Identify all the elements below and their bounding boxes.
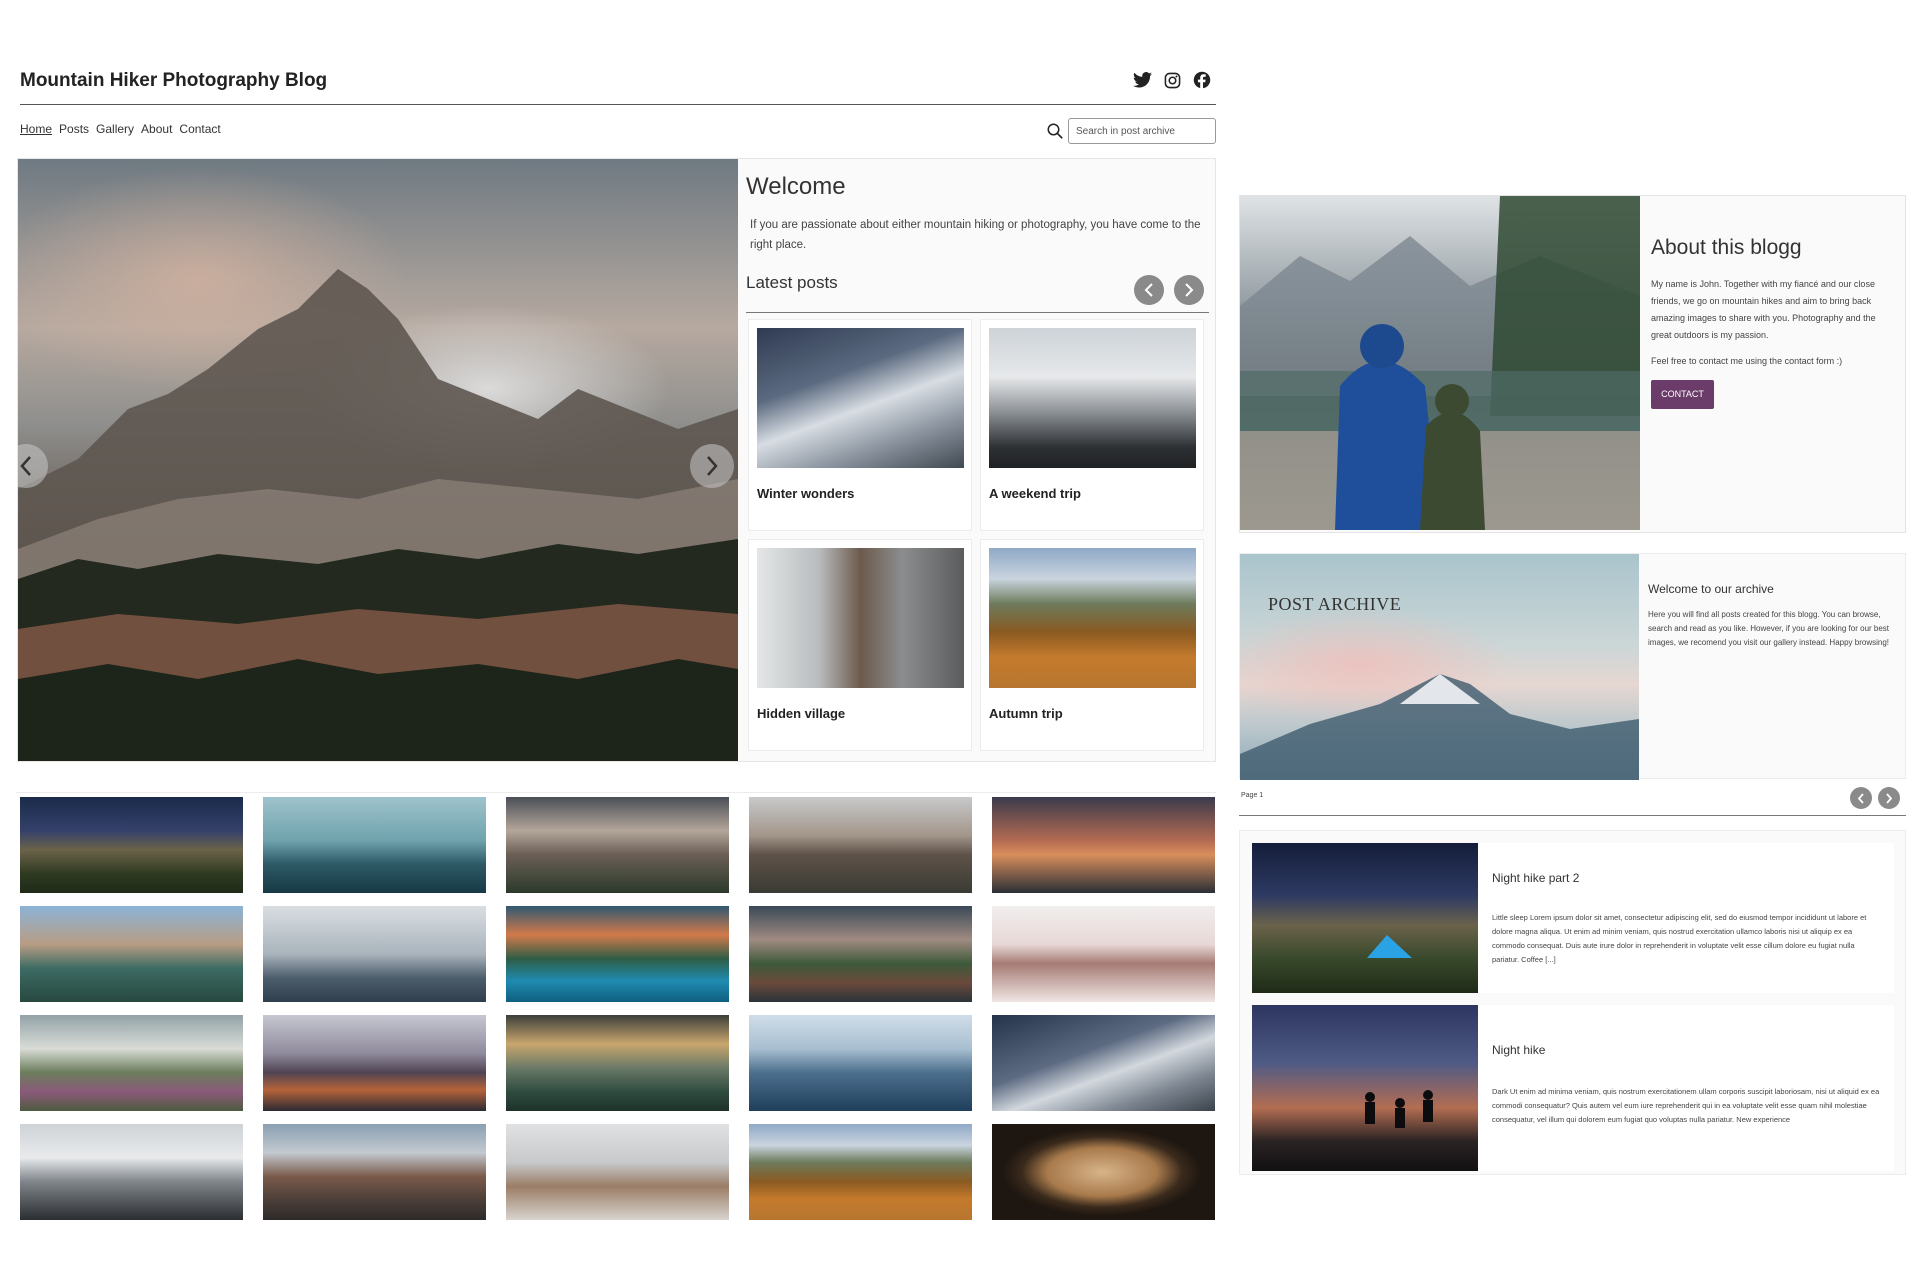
about-panel: About this blogg My name is John. Togeth…: [1239, 195, 1906, 533]
gallery-image[interactable]: [20, 906, 243, 1002]
archive-image: POST ARCHIVE: [1240, 554, 1639, 780]
gallery-image[interactable]: [992, 906, 1215, 1002]
contact-button[interactable]: CONTACT: [1651, 380, 1714, 409]
search-icon[interactable]: [1046, 122, 1064, 140]
post-thumbnail: [757, 328, 964, 468]
main-nav: Home Posts Gallery About Contact: [20, 122, 221, 136]
nav-home[interactable]: Home: [20, 122, 52, 136]
gallery-image[interactable]: [263, 1015, 486, 1111]
gallery-image[interactable]: [263, 906, 486, 1002]
nav-contact[interactable]: Contact: [179, 122, 220, 136]
gallery-image[interactable]: [20, 1015, 243, 1111]
archive-title: Welcome to our archive: [1648, 582, 1774, 596]
archive-pager: Page 1: [1239, 786, 1906, 816]
gallery-image[interactable]: [749, 1124, 972, 1220]
about-text: My name is John. Together with my fiancé…: [1651, 279, 1876, 340]
post-card-hidden-village[interactable]: Hidden village: [748, 539, 972, 751]
archive-post-excerpt: Dark Ut enim ad minima veniam, quis nost…: [1492, 1087, 1880, 1124]
archive-post-title: Night hike: [1492, 1043, 1546, 1057]
main-page: Mountain Hiker Photography Blog Home Pos…: [16, 0, 1216, 1280]
welcome-title: Welcome: [746, 173, 846, 200]
archive-post-list: Night hike part 2 Little sleep Lorem ips…: [1239, 830, 1906, 1175]
archive-post-night-hike-part-2[interactable]: Night hike part 2 Little sleep Lorem ips…: [1252, 843, 1894, 993]
post-thumbnail: [989, 548, 1196, 688]
twitter-icon[interactable]: [1132, 70, 1152, 90]
page-label: Page 1: [1241, 792, 1264, 799]
gallery-image[interactable]: [20, 797, 243, 893]
facebook-icon[interactable]: [1192, 70, 1212, 90]
archive-post-excerpt: Little sleep Lorem ipsum dolor sit amet,…: [1492, 913, 1867, 964]
archive-post-title: Night hike part 2: [1492, 871, 1580, 885]
post-title: Autumn trip: [989, 706, 1063, 721]
post-thumbnail: [989, 328, 1196, 468]
social-links: [1132, 70, 1212, 90]
latest-posts-title: Latest posts: [746, 273, 838, 292]
latest-next-button[interactable]: [1174, 275, 1204, 305]
archive-banner: POST ARCHIVE Welcome to our archive Here…: [1239, 553, 1906, 780]
latest-prev-button[interactable]: [1134, 275, 1164, 305]
gallery-image[interactable]: [263, 797, 486, 893]
welcome-panel: Welcome If you are passionate about eith…: [738, 159, 1217, 761]
about-title: About this blogg: [1651, 236, 1802, 259]
hero-slider-image: [18, 159, 738, 761]
gallery-image[interactable]: [749, 906, 972, 1002]
site-title[interactable]: Mountain Hiker Photography Blog: [20, 70, 327, 92]
post-card-winter-wonders[interactable]: Winter wonders: [748, 319, 972, 531]
gallery-image[interactable]: [749, 1015, 972, 1111]
search-bar: [1046, 118, 1216, 144]
gallery-image[interactable]: [506, 797, 729, 893]
archive-prev-button[interactable]: [1850, 787, 1872, 809]
nav-gallery[interactable]: Gallery: [96, 122, 134, 136]
photo-gallery: [16, 792, 1216, 1222]
archive-image-label: POST ARCHIVE: [1268, 594, 1402, 614]
archive-content: Welcome to our archive Here you will fin…: [1648, 582, 1898, 650]
site-header: Mountain Hiker Photography Blog: [20, 66, 1216, 105]
welcome-text: If you are passionate about either mount…: [750, 219, 1201, 251]
archive-next-button[interactable]: [1878, 787, 1900, 809]
about-image: [1240, 196, 1640, 530]
post-title: Hidden village: [757, 706, 846, 721]
nav-about[interactable]: About: [141, 122, 172, 136]
gallery-image[interactable]: [506, 1015, 729, 1111]
about-content: About this blogg My name is John. Togeth…: [1651, 236, 1895, 409]
post-title: Winter wonders: [757, 486, 855, 501]
hero-section: Welcome If you are passionate about eith…: [17, 158, 1216, 762]
archive-text: Here you will find all posts created for…: [1648, 610, 1890, 647]
gallery-image[interactable]: [992, 1015, 1215, 1111]
post-card-autumn-trip[interactable]: Autumn trip: [980, 539, 1204, 751]
gallery-image[interactable]: [263, 1124, 486, 1220]
search-input[interactable]: [1068, 118, 1216, 144]
archive-post-thumbnail: [1252, 1005, 1478, 1171]
nav-posts[interactable]: Posts: [59, 122, 89, 136]
post-title: A weekend trip: [989, 486, 1081, 501]
gallery-image[interactable]: [506, 906, 729, 1002]
archive-post-thumbnail: [1252, 843, 1478, 993]
gallery-image[interactable]: [20, 1124, 243, 1220]
post-card-weekend-trip[interactable]: A weekend trip: [980, 319, 1204, 531]
hero-next-arrow[interactable]: [690, 444, 734, 488]
about-contact-note: Feel free to contact me using the contac…: [1651, 356, 1843, 366]
gallery-image[interactable]: [992, 797, 1215, 893]
latest-posts-header: Latest posts: [746, 271, 1209, 313]
gallery-image[interactable]: [992, 1124, 1215, 1220]
gallery-image[interactable]: [749, 797, 972, 893]
post-thumbnail: [757, 548, 964, 688]
archive-post-night-hike[interactable]: Night hike Dark Ut enim ad minima veniam…: [1252, 1005, 1894, 1171]
instagram-icon[interactable]: [1162, 70, 1182, 90]
gallery-image[interactable]: [506, 1124, 729, 1220]
